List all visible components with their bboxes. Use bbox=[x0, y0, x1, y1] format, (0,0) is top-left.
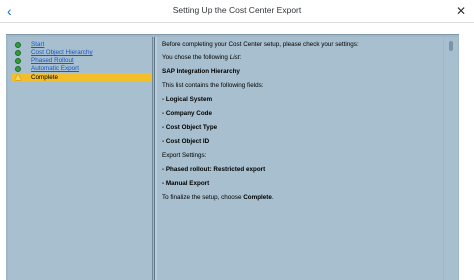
step-label[interactable]: Automatic Export bbox=[31, 64, 79, 73]
scrollbar[interactable] bbox=[444, 37, 458, 280]
scrollbar-thumb[interactable] bbox=[449, 41, 453, 51]
chosen-list-text: You chose the following List: bbox=[162, 54, 242, 61]
intro-text: Before completing your Cost Center setup… bbox=[162, 41, 359, 48]
step-done-icon bbox=[15, 41, 21, 48]
field-item: - Cost Object Type bbox=[162, 124, 218, 131]
step-done-icon bbox=[15, 57, 21, 64]
field-item: - Cost Object ID bbox=[162, 138, 210, 145]
step-done-icon bbox=[15, 65, 21, 72]
step-complete[interactable]: Complete bbox=[12, 73, 152, 82]
title-bar: ‹ Setting Up the Cost Center Export ✕ bbox=[0, 0, 474, 23]
export-settings-heading: Export Settings: bbox=[162, 152, 207, 159]
export-item: - Phased rollout: Restricted export bbox=[162, 166, 266, 173]
step-label: Complete bbox=[31, 74, 58, 81]
hierarchy-name: SAP Integration Hierarchy bbox=[162, 68, 240, 75]
field-item: - Company Code bbox=[162, 110, 213, 117]
page-title: Setting Up the Cost Center Export bbox=[172, 5, 302, 15]
wizard-frame: Start Cost Object Hierarchy Phased Rollo… bbox=[6, 34, 459, 280]
fields-intro: This list contains the following fields: bbox=[162, 82, 264, 89]
close-icon[interactable]: ✕ bbox=[455, 4, 467, 18]
step-done-icon bbox=[15, 49, 21, 56]
field-item: - Logical System bbox=[162, 96, 213, 103]
current-step-icon bbox=[15, 74, 21, 80]
step-automatic-export[interactable]: Automatic Export bbox=[12, 64, 152, 73]
step-list: Start Cost Object Hierarchy Phased Rollo… bbox=[8, 37, 153, 280]
finalize-text: To finalize the setup, choose Complete. bbox=[162, 194, 274, 201]
summary-panel: Before completing your Cost Center setup… bbox=[157, 37, 443, 280]
export-item: - Manual Export bbox=[162, 180, 210, 187]
